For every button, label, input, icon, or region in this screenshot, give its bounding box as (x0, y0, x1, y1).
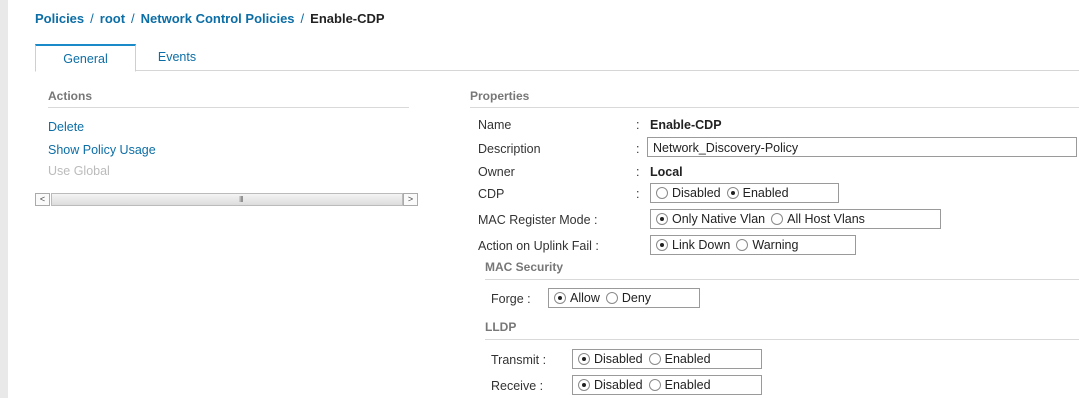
radio-icon[interactable] (648, 379, 661, 391)
option-label: Enabled (664, 352, 711, 366)
properties-divider (470, 107, 1079, 108)
actions-divider (48, 107, 409, 108)
receive-label: Receive : (491, 379, 544, 393)
colon: : (636, 142, 640, 156)
receive-disabled-option[interactable]: Disabled (578, 378, 643, 392)
receive-enabled-option[interactable]: Enabled (648, 378, 711, 392)
owner-label: Owner (478, 165, 515, 179)
option-label: Disabled (672, 186, 721, 200)
colon: : (636, 187, 640, 201)
description-label: Description (478, 142, 541, 156)
lldp-divider (485, 339, 1079, 340)
transmit-disabled-option[interactable]: Disabled (578, 352, 643, 366)
only-native-vlan-option[interactable]: Only Native Vlan (656, 212, 765, 226)
forge-radio-group: Allow Deny (548, 288, 700, 308)
description-input[interactable]: Network_Discovery-Policy (647, 137, 1077, 157)
radio-icon[interactable] (605, 292, 618, 304)
all-host-vlans-option[interactable]: All Host Vlans (771, 212, 865, 226)
radio-selected-icon[interactable] (578, 379, 590, 391)
breadcrumb-root[interactable]: root (100, 11, 125, 26)
breadcrumb-separator: / (300, 11, 305, 26)
delete-link[interactable]: Delete (48, 120, 84, 134)
tab-bar-line (35, 70, 1079, 71)
breadcrumb-current: Enable-CDP (310, 11, 385, 26)
colon: : (636, 165, 640, 179)
option-label: Enabled (664, 378, 711, 392)
breadcrumb-network-control-policies[interactable]: Network Control Policies (141, 11, 295, 26)
cdp-enabled-option[interactable]: Enabled (726, 186, 789, 200)
option-label: Link Down (672, 238, 731, 252)
radio-selected-icon[interactable] (656, 213, 668, 225)
owner-value: Local (650, 165, 683, 179)
lldp-title: LLDP (485, 320, 517, 334)
name-value: Enable-CDP (650, 118, 722, 132)
radio-selected-icon[interactable] (578, 353, 590, 365)
option-label: Deny (621, 291, 652, 305)
breadcrumb-separator: / (90, 11, 94, 26)
mac-security-divider (485, 279, 1079, 280)
breadcrumb-policies[interactable]: Policies (35, 11, 84, 26)
cdp-label: CDP (478, 187, 505, 201)
option-label: Allow (570, 291, 600, 305)
action-on-uplink-fail-label: Action on Uplink Fail : (478, 239, 599, 253)
receive-radio-group: Disabled Enabled (572, 375, 762, 395)
link-down-option[interactable]: Link Down (656, 238, 730, 252)
option-label: Warning (752, 238, 799, 252)
horizontal-scrollbar[interactable]: < III > (35, 193, 419, 206)
radio-icon[interactable] (656, 187, 668, 199)
mac-register-mode-radio-group: Only Native Vlan All Host Vlans (650, 209, 941, 229)
breadcrumb-separator: / (131, 11, 135, 26)
scroll-right-icon[interactable]: > (403, 193, 418, 206)
mac-security-title: MAC Security (485, 260, 564, 274)
forge-allow-option[interactable]: Allow (554, 291, 600, 305)
transmit-enabled-option[interactable]: Enabled (648, 352, 711, 366)
breadcrumb: Policies / root / Network Control Policies / E… (35, 11, 385, 26)
option-label: Enabled (742, 186, 789, 200)
mac-register-mode-label: MAC Register Mode : (478, 213, 598, 227)
radio-icon[interactable] (648, 353, 661, 365)
name-label: Name (478, 118, 512, 132)
colon: : (636, 118, 640, 132)
radio-selected-icon[interactable] (554, 292, 566, 304)
cdp-radio-group: Disabled Enabled (650, 183, 839, 203)
transmit-label: Transmit : (491, 353, 547, 367)
option-label: Disabled (594, 352, 643, 366)
radio-icon[interactable] (736, 239, 749, 251)
properties-title: Properties (470, 89, 530, 103)
use-global-link: Use Global (48, 164, 110, 178)
option-label: Only Native Vlan (672, 212, 766, 226)
forge-label: Forge : (491, 292, 531, 306)
transmit-radio-group: Disabled Enabled (572, 349, 762, 369)
show-policy-usage-link[interactable]: Show Policy Usage (48, 143, 156, 157)
forge-deny-option[interactable]: Deny (605, 291, 652, 305)
option-label: All Host Vlans (787, 212, 865, 226)
scroll-grip-icon[interactable]: III (239, 195, 244, 204)
option-label: Disabled (594, 378, 643, 392)
tab-events[interactable]: Events (142, 44, 212, 70)
cdp-disabled-option[interactable]: Disabled (656, 186, 721, 200)
action-on-uplink-fail-radio-group: Link Down Warning (650, 235, 856, 255)
radio-selected-icon[interactable] (726, 187, 739, 199)
warning-option[interactable]: Warning (736, 238, 798, 252)
tab-general[interactable]: General (35, 44, 136, 72)
scroll-left-icon[interactable]: < (35, 193, 50, 206)
actions-title: Actions (48, 89, 93, 103)
radio-selected-icon[interactable] (656, 239, 668, 251)
radio-icon[interactable] (771, 213, 784, 225)
left-edge-bar (0, 0, 8, 398)
scroll-track[interactable]: III (51, 193, 403, 206)
